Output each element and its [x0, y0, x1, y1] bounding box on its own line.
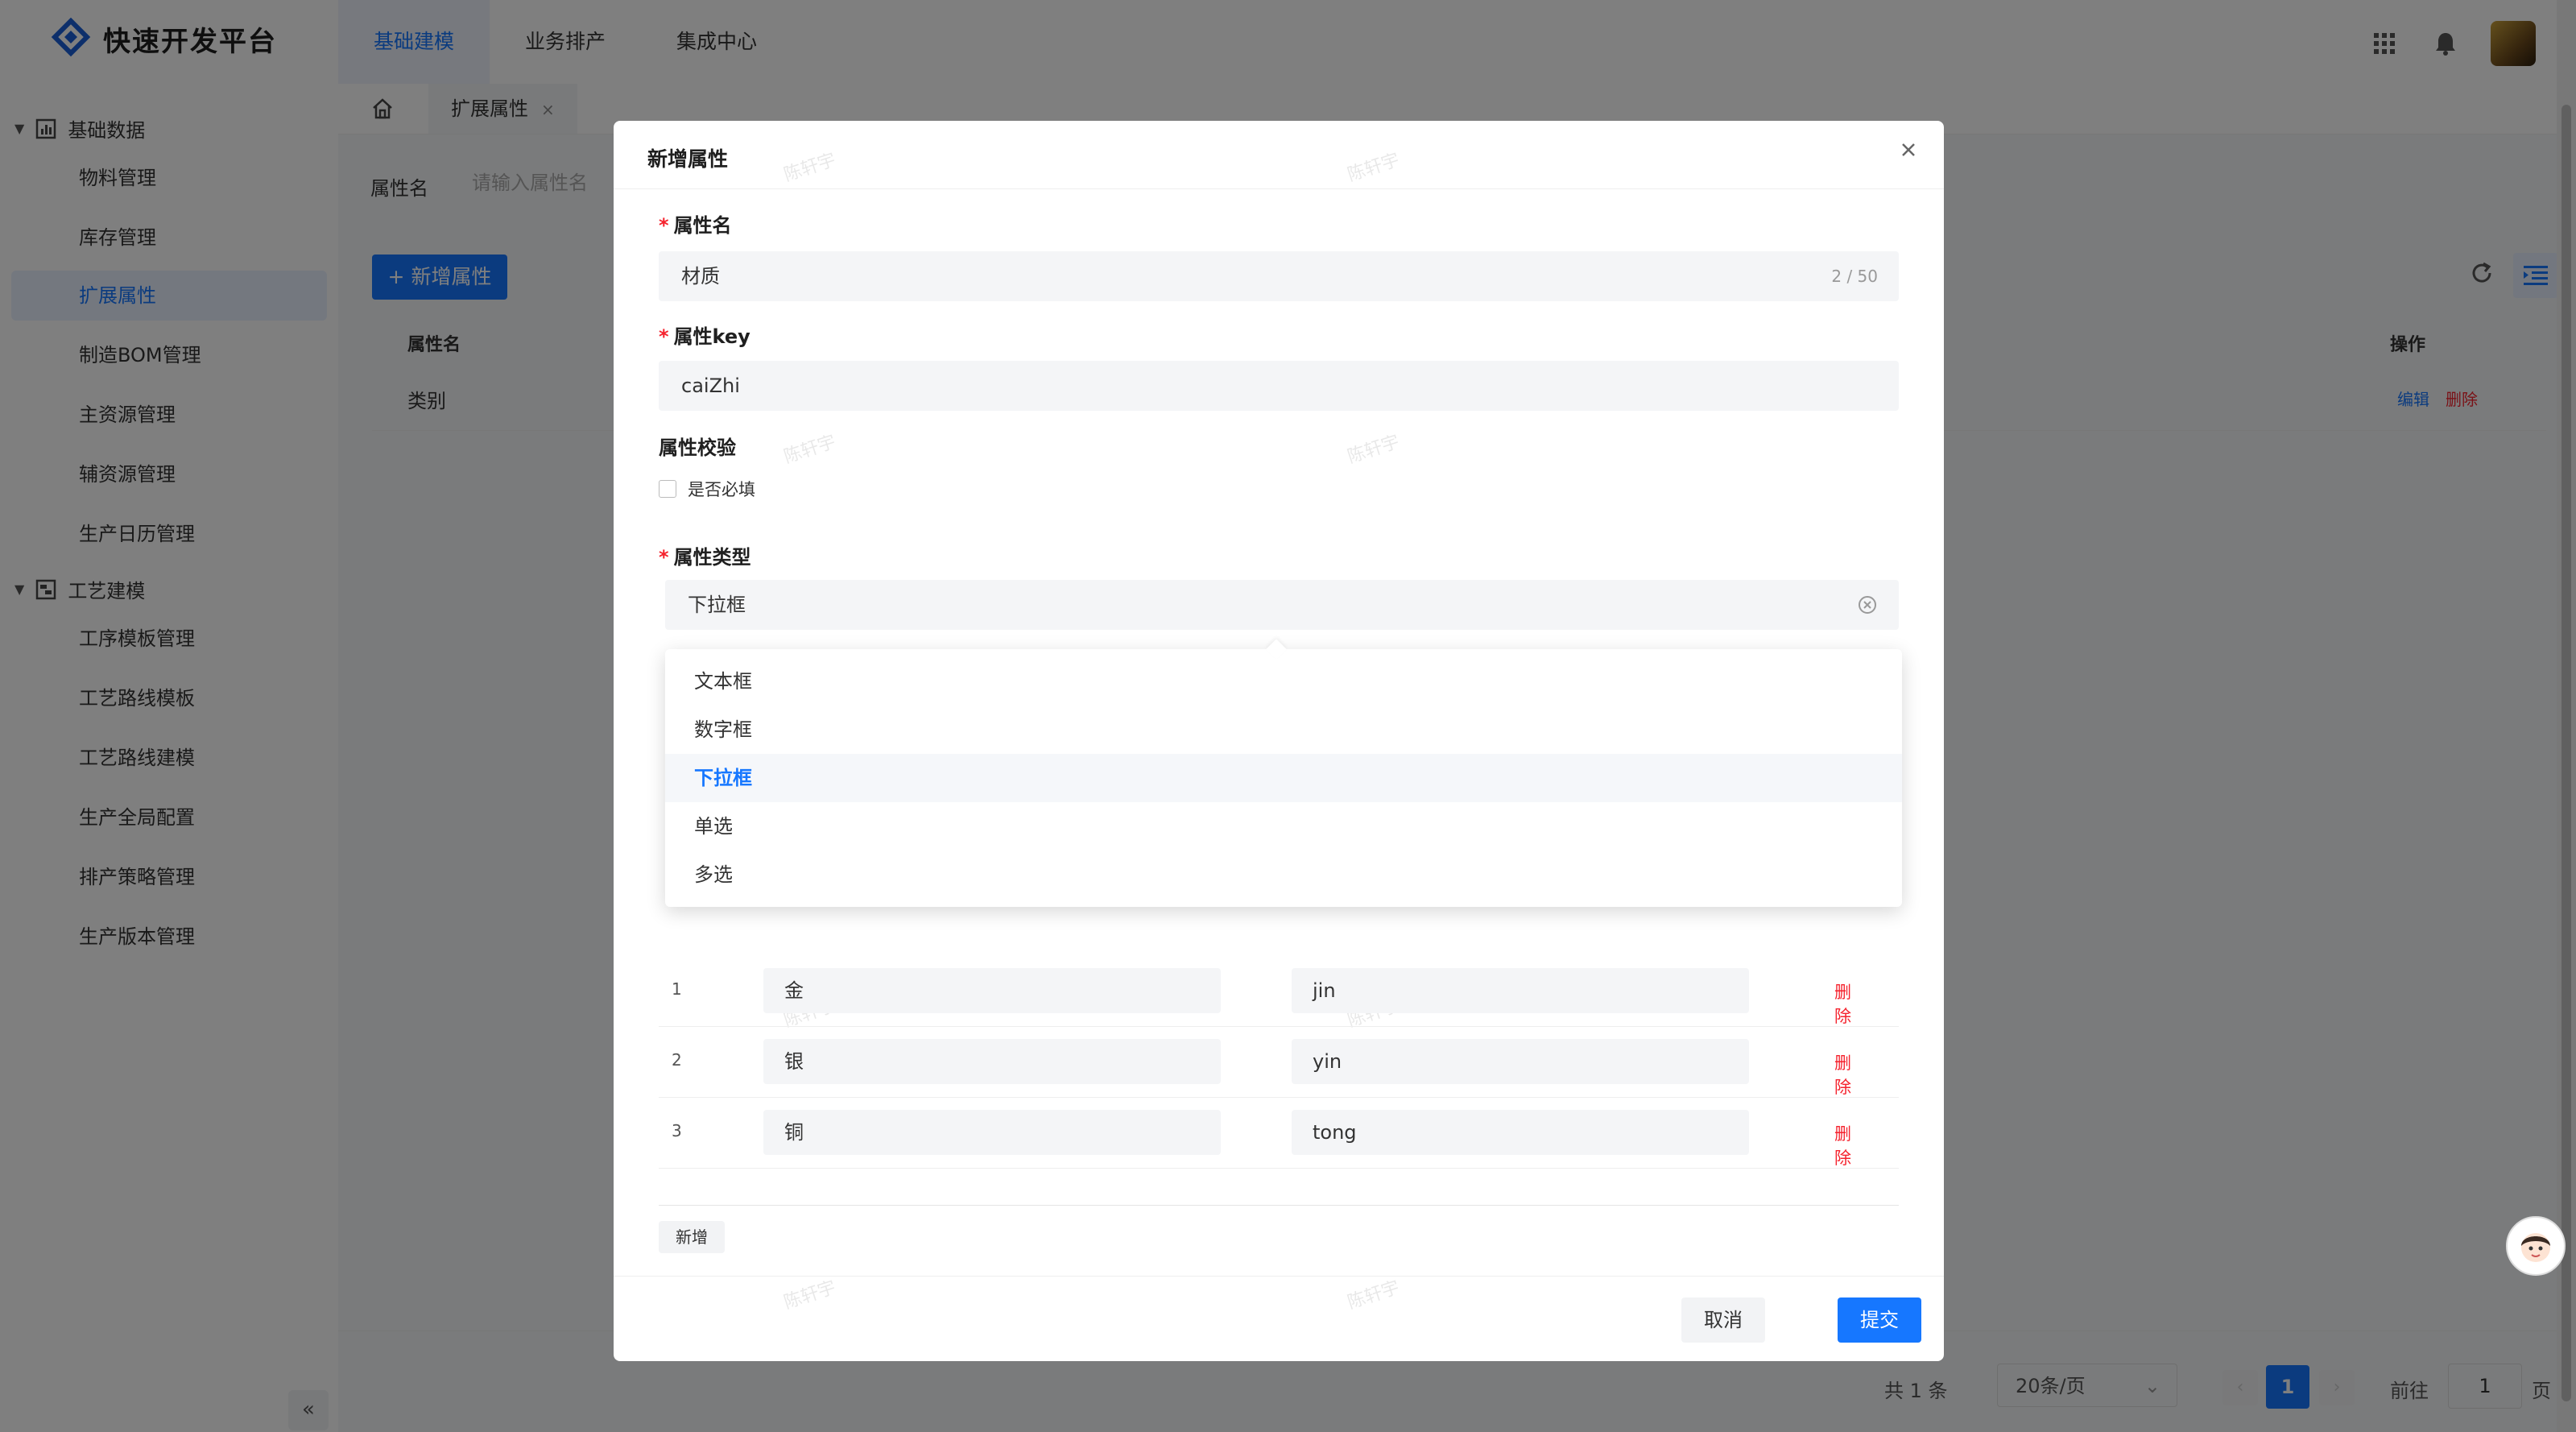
- option-value-input[interactable]: yin: [1292, 1039, 1749, 1084]
- cancel-button[interactable]: 取消: [1681, 1297, 1765, 1343]
- dropdown-option-number[interactable]: 数字框: [665, 706, 1902, 754]
- assistant-icon[interactable]: [2506, 1216, 2566, 1276]
- dropdown-option-checkbox[interactable]: 多选: [665, 851, 1902, 899]
- option-row: 2 银 yin 删除: [659, 1026, 1899, 1098]
- required-mark: *: [659, 325, 669, 348]
- field-label-text: 属性名: [673, 214, 732, 237]
- option-value-input[interactable]: tong: [1292, 1110, 1749, 1155]
- option-label-input[interactable]: 铜: [763, 1110, 1221, 1155]
- char-counter: 2 / 50: [1831, 267, 1878, 286]
- required-checkbox-row[interactable]: 是否必填: [659, 477, 755, 501]
- option-row: 3 铜 tong 删除: [659, 1097, 1899, 1169]
- attribute-key-value: caiZhi: [681, 375, 740, 397]
- attribute-type-select[interactable]: 下拉框: [665, 580, 1899, 630]
- row-index: 2: [672, 1050, 682, 1070]
- submit-button[interactable]: 提交: [1838, 1297, 1921, 1343]
- watermark: 陈轩宇: [781, 432, 839, 468]
- required-mark: *: [659, 546, 669, 569]
- dropdown-option-textbox[interactable]: 文本框: [665, 657, 1902, 706]
- dialog-footer: 取消 提交: [614, 1276, 1944, 1361]
- field-label-key: * 属性key: [659, 321, 750, 349]
- field-label-name: * 属性名: [659, 209, 732, 238]
- required-mark: *: [659, 214, 669, 237]
- attribute-name-value: 材质: [681, 265, 720, 288]
- field-label-type: * 属性类型: [659, 541, 751, 569]
- field-label-text: 属性校验: [659, 437, 736, 459]
- option-label-input[interactable]: 银: [763, 1039, 1221, 1084]
- field-label-text: 属性类型: [673, 546, 751, 569]
- delete-row-link[interactable]: 删除: [1834, 979, 1867, 1028]
- attribute-type-value: 下拉框: [688, 594, 746, 616]
- dialog-title: 新增属性: [647, 147, 729, 171]
- dropdown-option-radio[interactable]: 单选: [665, 802, 1902, 851]
- dropdown-option-select[interactable]: 下拉框: [665, 754, 1902, 802]
- row-index: 1: [672, 979, 682, 999]
- watermark: 陈轩宇: [1345, 432, 1403, 468]
- required-checkbox[interactable]: [659, 480, 676, 498]
- field-label-validation: 属性校验: [659, 432, 736, 460]
- close-icon[interactable]: [1897, 139, 1920, 161]
- attribute-name-input[interactable]: 材质 2 / 50: [659, 251, 1899, 301]
- clear-icon[interactable]: [1857, 594, 1878, 615]
- required-checkbox-label: 是否必填: [688, 480, 755, 499]
- delete-row-link[interactable]: 删除: [1834, 1121, 1867, 1169]
- row-index: 3: [672, 1121, 682, 1140]
- option-value-input[interactable]: jin: [1292, 968, 1749, 1013]
- field-label-text: 属性key: [673, 325, 750, 348]
- attribute-type-dropdown: 文本框 数字框 下拉框 单选 多选: [665, 639, 1902, 907]
- add-row-button[interactable]: 新增: [659, 1221, 725, 1253]
- attribute-key-input[interactable]: caiZhi: [659, 361, 1899, 411]
- option-row: 1 金 jin 删除: [659, 955, 1899, 1027]
- delete-row-link[interactable]: 删除: [1834, 1050, 1867, 1099]
- divider: [659, 1205, 1899, 1206]
- option-label-input[interactable]: 金: [763, 968, 1221, 1013]
